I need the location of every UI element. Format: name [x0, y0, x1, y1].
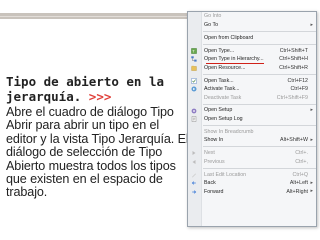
menu-item-open-resource[interactable]: Open Resource... Ctrl+Shift+R: [188, 63, 316, 72]
menu-item-shortcut: Ctrl+F12: [287, 77, 308, 84]
menu-separator: [203, 30, 316, 32]
submenu-arrow-icon: ▸: [310, 137, 313, 144]
menu-item-forward[interactable]: Forward Alt+Right ▸: [188, 187, 316, 196]
menu-item-shortcut: Ctrl+Shift+F9: [276, 94, 308, 101]
menu-separator: [203, 124, 316, 126]
last-edit-icon: [191, 172, 197, 178]
menu-item-show-in-breadcrumb: Show In Breadcrumb: [188, 127, 316, 136]
resource-icon: [191, 65, 197, 71]
menu-item-label: Show In Breadcrumb: [204, 128, 254, 135]
menu-item-shortcut: Alt+Left: [289, 180, 308, 187]
setup-log-icon: [191, 116, 197, 122]
menu-item-label: Open Type...: [204, 47, 235, 54]
menu-item-label: Previous: [204, 158, 225, 165]
menu-item-shortcut: Ctrl+F9: [290, 86, 308, 93]
menu-item-shortcut: Ctrl+Shift+H: [279, 56, 308, 63]
menu-item-label: Open Setup: [204, 107, 233, 114]
menu-item-shortcut: Ctrl+Q: [292, 171, 308, 178]
menu-item-label: Open Task...: [204, 77, 234, 84]
setup-icon: [191, 108, 197, 114]
menu-item-open-type-in-hierarchy[interactable]: Open Type in Hierarchy... Ctrl+Shift+H: [188, 55, 316, 64]
decorative-rule: [0, 13, 188, 19]
menu-separator: [203, 73, 316, 75]
title-arrows: >>>: [88, 89, 112, 104]
forward-icon: [191, 189, 197, 194]
menu-item-go-into: Go Into: [188, 12, 316, 21]
hierarchy-icon: [191, 56, 197, 62]
slide-text-block: Tipo de abierto en la jerarquía. >>> Abr…: [6, 74, 190, 200]
menu-separator: [203, 43, 316, 45]
open-type-icon: T: [191, 48, 197, 54]
menu-item-shortcut: Alt+Shift+W: [280, 137, 308, 144]
previous-icon: [191, 159, 197, 165]
menu-item-label: Open from Clipboard: [204, 34, 254, 41]
menu-item-last-edit-location: Last Edit Location Ctrl+Q: [188, 170, 316, 179]
slide-title-text: Tipo de abierto en la jerarquía.: [6, 74, 165, 104]
activate-task-icon: [191, 86, 197, 92]
task-icon: [191, 77, 197, 84]
menu-item-label: Forward: [204, 188, 224, 195]
menu-item-open-type[interactable]: T Open Type... Ctrl+Shift+T: [188, 46, 316, 55]
menu-item-label: Show In: [204, 137, 224, 144]
menu-item-open-from-clipboard[interactable]: Open from Clipboard: [188, 33, 316, 42]
next-icon: [191, 150, 197, 156]
menu-item-shortcut: Ctrl+,: [295, 158, 308, 165]
submenu-arrow-icon: ▸: [310, 188, 313, 195]
menu-item-open-setup[interactable]: Open Setup ▸: [188, 106, 316, 115]
menu-item-shortcut: Ctrl+Shift+R: [279, 64, 308, 71]
menu-item-label: Last Edit Location: [204, 171, 247, 178]
menu-item-label: Open Resource...: [204, 64, 246, 71]
menu-separator: [203, 167, 316, 169]
menu-separator: [203, 146, 316, 148]
menu-item-label: Deactivate Task: [204, 94, 242, 101]
submenu-arrow-icon: ▸: [310, 21, 313, 28]
submenu-arrow-icon: ▸: [310, 107, 313, 114]
menu-item-label: Next: [204, 150, 215, 157]
slide-body: Abre el cuadro de diálogo Tipo Abrir par…: [6, 105, 189, 200]
slide-title: Tipo de abierto en la jerarquía. >>>: [6, 74, 190, 104]
menu-item-label: Activate Task...: [204, 86, 240, 93]
menu-item-label: Open Setup Log: [204, 116, 243, 123]
menu-item-open-setup-log[interactable]: Open Setup Log: [188, 115, 316, 124]
menu-item-shortcut: Alt+Right: [286, 188, 308, 195]
navigate-menu[interactable]: Go Into Go To ▸ Open from Clipboard T Open Ty…: [187, 11, 317, 227]
menu-item-label: Go Into: [204, 13, 222, 20]
menu-item-go-to[interactable]: Go To ▸: [188, 21, 316, 30]
submenu-arrow-icon: ▸: [310, 179, 313, 186]
menu-item-shortcut: Ctrl+Shift+T: [279, 47, 308, 54]
menu-item-open-task[interactable]: Open Task... Ctrl+F12: [188, 76, 316, 85]
menu-item-label: Go To: [204, 21, 219, 28]
menu-item-activate-task[interactable]: Activate Task... Ctrl+F9: [188, 85, 316, 94]
menu-item-label: Open Type in Hierarchy...: [204, 56, 264, 64]
menu-item-next: Next Ctrl+.: [188, 149, 316, 158]
menu-item-back[interactable]: Back Alt+Left ▸: [188, 179, 316, 188]
back-icon: [191, 180, 197, 186]
menu-item-label: Back: [204, 180, 216, 187]
menu-separator: [203, 103, 316, 105]
menu-item-shortcut: Ctrl+.: [295, 150, 308, 157]
menu-item-previous: Previous Ctrl+,: [188, 157, 316, 166]
menu-item-show-in[interactable]: Show In Alt+Shift+W ▸: [188, 136, 316, 145]
menu-items: Go Into Go To ▸ Open from Clipboard T Open Ty…: [188, 12, 316, 196]
menu-item-deactivate-task: Deactivate Task Ctrl+Shift+F9: [188, 93, 316, 102]
